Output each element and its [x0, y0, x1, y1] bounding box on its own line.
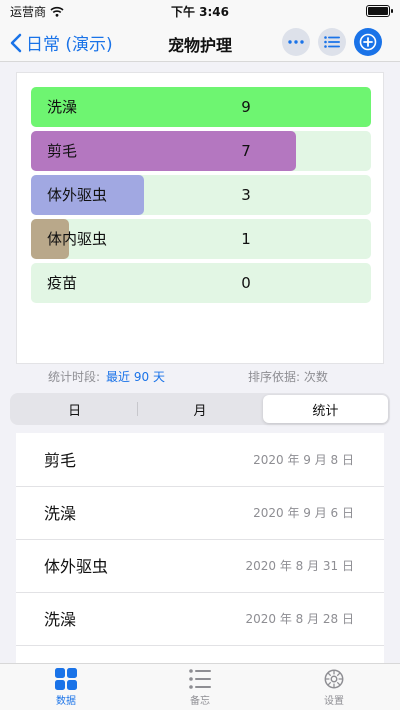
record-name: 体外驱虫 [44, 557, 109, 576]
back-button[interactable]: 日常 (演示) [10, 30, 113, 55]
wifi-icon [50, 6, 64, 17]
record-row[interactable]: 体外驱虫 2020 年 8 月 31 日 [16, 540, 384, 593]
nav-bar: 日常 (演示) 宠物护理 [0, 22, 400, 62]
record-name: 剪毛 [44, 451, 77, 470]
stats-row[interactable]: 体内驱虫 1 [31, 219, 371, 259]
record-name: 洗澡 [44, 610, 77, 629]
record-date: 2020 年 9 月 6 日 [253, 506, 354, 520]
grid-icon [55, 668, 77, 690]
stats-row[interactable]: 剪毛 7 [31, 131, 371, 171]
view-segmented-control: 日月统计 [10, 393, 390, 425]
stats-row-label: 体外驱虫 [47, 186, 108, 204]
battery-icon [366, 5, 393, 17]
stats-row-count: 3 [241, 186, 251, 204]
back-label: 日常 (演示) [26, 35, 113, 55]
segment-2[interactable]: 统计 [262, 395, 388, 423]
stats-bar-fill [31, 87, 371, 127]
record-date: 2020 年 8 月 31 日 [245, 559, 354, 573]
tab-memo[interactable]: 备忘 [160, 668, 240, 707]
period-label: 统计时段: [48, 370, 101, 384]
record-name: 洗澡 [44, 504, 77, 523]
status-bar: 运营商 下午 3:46 [0, 0, 400, 22]
add-button[interactable] [354, 28, 382, 56]
stats-row[interactable]: 体外驱虫 3 [31, 175, 371, 215]
list-icon [324, 36, 340, 48]
stats-row-label: 剪毛 [47, 142, 78, 160]
tab-memo-label: 备忘 [190, 696, 210, 707]
record-date: 2020 年 8 月 28 日 [245, 612, 354, 626]
stats-card: 洗澡 9 剪毛 7 体外驱虫 3 体内驱虫 1 疫苗 0 [16, 72, 384, 364]
carrier-info: 运营商 [10, 3, 64, 20]
segment-0[interactable]: 日 [12, 395, 137, 423]
stats-row-label: 体内驱虫 [47, 230, 108, 248]
record-row[interactable]: 洗澡 2020 年 8 月 28 日 [16, 593, 384, 646]
stats-row[interactable]: 洗澡 9 [31, 87, 371, 127]
chevron-left-icon [10, 33, 22, 52]
list-icon [189, 669, 211, 689]
stats-row[interactable]: 疫苗 0 [31, 263, 371, 303]
sort-label[interactable]: 排序依据: 次数 [248, 368, 328, 385]
stats-row-count: 0 [241, 274, 251, 292]
record-row[interactable]: 洗澡 2020 年 9 月 6 日 [16, 487, 384, 540]
more-dots-icon [288, 40, 304, 44]
tab-data[interactable]: 数据 [26, 668, 106, 707]
carrier-name: 运营商 [10, 4, 47, 19]
records-list: 剪毛 2020 年 9 月 8 日洗澡 2020 年 9 月 6 日体外驱虫 2020… [16, 433, 384, 663]
period-value[interactable]: 最近 90 天 [106, 370, 165, 384]
tab-settings[interactable]: 设置 [294, 668, 374, 707]
more-button[interactable] [282, 28, 310, 56]
segment-1[interactable]: 月 [137, 395, 262, 423]
stats-row-count: 9 [241, 98, 251, 116]
stats-row-label: 洗澡 [47, 98, 78, 116]
stats-row-label: 疫苗 [47, 274, 78, 292]
record-row[interactable]: 剪毛 2020 年 9 月 8 日 [16, 434, 384, 487]
list-button[interactable] [318, 28, 346, 56]
plus-circle-icon [359, 33, 377, 51]
tab-bar: 数据 备忘 设置 [0, 663, 400, 710]
stats-row-count: 7 [241, 142, 251, 160]
nav-actions [282, 28, 382, 56]
gear-icon [324, 669, 344, 689]
tab-data-label: 数据 [56, 696, 76, 707]
stats-meta: 统计时段: 最近 90 天 排序依据: 次数 [48, 368, 348, 385]
record-date: 2020 年 9 月 8 日 [253, 453, 354, 467]
tab-settings-label: 设置 [324, 696, 344, 707]
stats-row-count: 1 [241, 230, 251, 248]
